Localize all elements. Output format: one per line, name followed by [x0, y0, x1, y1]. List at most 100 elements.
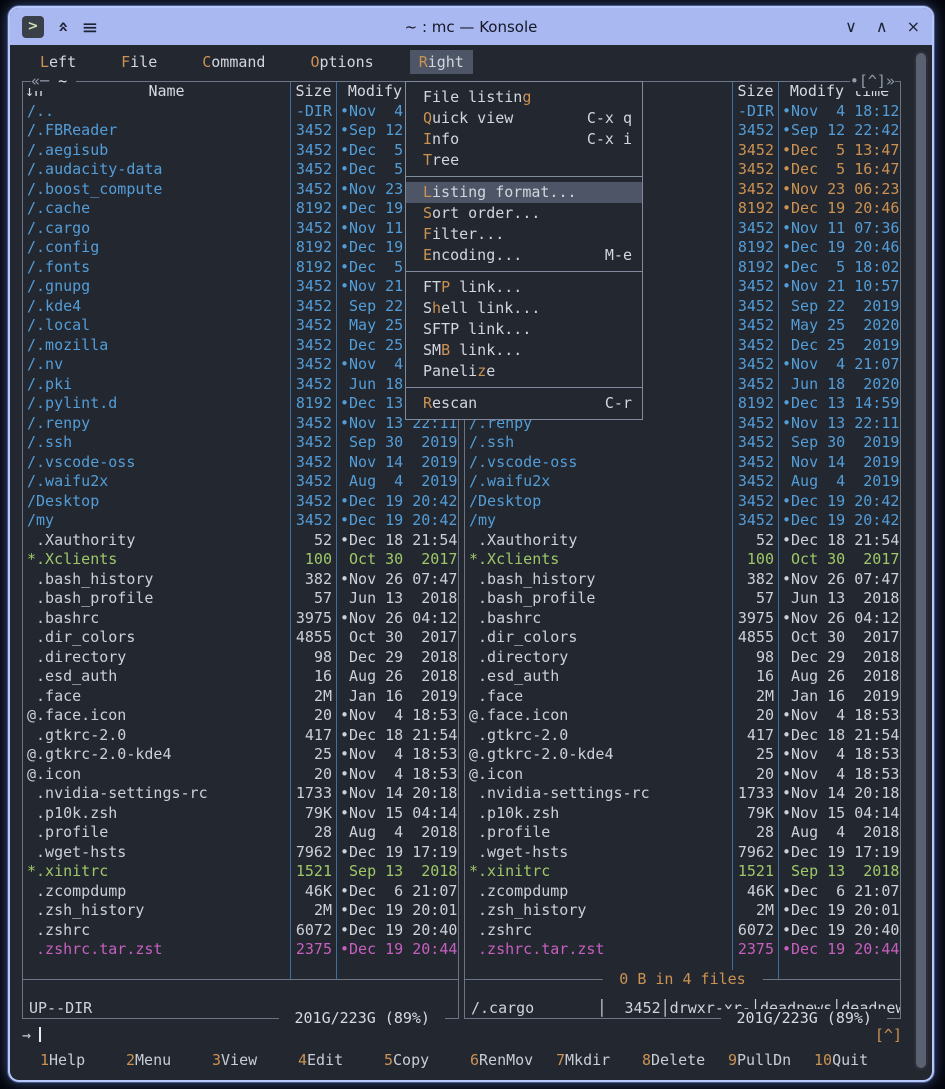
file-row[interactable]: /.config8192•Dec 19 20:46 — [23, 238, 458, 258]
file-row[interactable]: .wget-hsts7962•Dec 19 17:19 — [23, 843, 458, 863]
file-row[interactable]: .Xauthority52•Dec 18 21:54 — [465, 531, 900, 551]
command-line[interactable]: → — [22, 1025, 41, 1045]
menu-right[interactable]: Right — [410, 50, 473, 74]
file-row[interactable]: @.icon20•Nov 4 18:53 — [23, 765, 458, 785]
dropdown-item-info[interactable]: InfoC-x i — [406, 129, 642, 150]
file-row[interactable]: .bashrc3975•Nov 26 04:12 — [465, 609, 900, 629]
file-row[interactable]: /.waifu2x3452 Aug 4 2019 — [23, 472, 458, 492]
file-row[interactable]: /.local3452 May 25 2020 — [23, 316, 458, 336]
file-row[interactable]: .zshrc6072•Dec 19 20:40 — [465, 921, 900, 941]
dropdown-item-tree[interactable]: Tree — [406, 150, 642, 171]
dropdown-item-smb-link[interactable]: SMB link... — [406, 340, 642, 361]
fkey-renmov[interactable]: 6RenMov — [470, 1049, 556, 1071]
menu-left[interactable]: Left — [31, 50, 85, 74]
file-row[interactable]: .wget-hsts7962•Dec 19 17:19 — [465, 843, 900, 863]
column-header-name[interactable]: Name — [43, 82, 290, 102]
fkey-view[interactable]: 3View — [212, 1049, 298, 1071]
minimize-button[interactable]: ∨ — [845, 19, 857, 35]
file-row[interactable]: .zsh_history2M•Dec 19 20:01 — [23, 901, 458, 921]
file-row[interactable]: /.mozilla3452 Dec 25 2019 — [23, 336, 458, 356]
file-row[interactable]: /.gnupg3452•Nov 21 10:57 — [23, 277, 458, 297]
file-row[interactable]: .profile28 Aug 4 2018 — [23, 823, 458, 843]
file-row[interactable]: .dir_colors4855 Oct 30 2017 — [465, 628, 900, 648]
file-row[interactable]: .p10k.zsh79K•Nov 15 04:14 — [465, 804, 900, 824]
keep-above-icon[interactable]: « — [57, 18, 69, 36]
dropdown-item-listing-format[interactable]: Listing format... — [406, 182, 642, 203]
fkey-menu[interactable]: 2Menu — [126, 1049, 212, 1071]
dropdown-item-rescan[interactable]: RescanC-r — [406, 393, 642, 414]
dropdown-item-quick-view[interactable]: Quick viewC-x q — [406, 108, 642, 129]
panel-collapse-icon[interactable]: «─ — [31, 72, 49, 90]
file-row[interactable]: .directory98 Dec 29 2018 — [465, 648, 900, 668]
pulldown-hint[interactable]: [^] — [875, 1025, 902, 1045]
file-row[interactable]: /.pki3452 Jun 18 2020 — [23, 375, 458, 395]
file-row[interactable]: .nvidia-settings-rc1733•Nov 14 20:18 — [465, 784, 900, 804]
menu-file[interactable]: File — [112, 50, 166, 74]
dropdown-item-sort-order[interactable]: Sort order... — [406, 203, 642, 224]
file-row[interactable]: .bash_history382•Nov 26 07:47 — [23, 570, 458, 590]
dropdown-item-ftp-link[interactable]: FTP link... — [406, 277, 642, 298]
hamburger-menu-icon[interactable]: ≡ — [82, 17, 99, 37]
maximize-button[interactable]: ∧ — [876, 19, 888, 35]
file-row[interactable]: @.face.icon20•Nov 4 18:53 — [465, 706, 900, 726]
file-row[interactable]: /my3452•Dec 19 20:42 — [465, 511, 900, 531]
file-row[interactable]: .profile28 Aug 4 2018 — [465, 823, 900, 843]
file-row[interactable]: .zshrc6072•Dec 19 20:40 — [23, 921, 458, 941]
close-button[interactable]: × — [907, 19, 920, 35]
file-row[interactable]: .gtkrc-2.0417•Dec 18 21:54 — [465, 726, 900, 746]
fkey-mkdir[interactable]: 7Mkdir — [556, 1049, 642, 1071]
file-row[interactable]: .bash_profile57 Jun 13 2018 — [465, 589, 900, 609]
file-row[interactable]: *.xinitrc1521 Sep 13 2018 — [465, 862, 900, 882]
file-row[interactable]: @.face.icon20•Nov 4 18:53 — [23, 706, 458, 726]
file-row[interactable]: .p10k.zsh79K•Nov 15 04:14 — [23, 804, 458, 824]
file-row[interactable]: .directory98 Dec 29 2018 — [23, 648, 458, 668]
titlebar[interactable]: > « ≡ ~ : mc — Konsole ∨ ∧ × — [10, 8, 932, 45]
file-row[interactable]: /.ssh3452 Sep 30 2019 — [465, 433, 900, 453]
file-row[interactable]: /.kde43452 Sep 22 2019 — [23, 297, 458, 317]
file-row[interactable]: .face2M Jan 16 2019 — [23, 687, 458, 707]
file-row[interactable]: .bash_profile57 Jun 13 2018 — [23, 589, 458, 609]
dropdown-item-filter[interactable]: Filter... — [406, 224, 642, 245]
fkey-copy[interactable]: 5Copy — [384, 1049, 470, 1071]
column-header-size[interactable]: Size — [290, 82, 336, 102]
fkey-delete[interactable]: 8Delete — [642, 1049, 728, 1071]
file-row[interactable]: .nvidia-settings-rc1733•Nov 14 20:18 — [23, 784, 458, 804]
file-row[interactable]: /.waifu2x3452 Aug 4 2019 — [465, 472, 900, 492]
file-row[interactable]: @.gtkrc-2.0-kde425•Nov 4 18:53 — [465, 745, 900, 765]
file-row[interactable]: /Desktop3452•Dec 19 20:42 — [465, 492, 900, 512]
dropdown-item-shell-link[interactable]: Shell link... — [406, 298, 642, 319]
menu-command[interactable]: Command — [193, 50, 274, 74]
file-row[interactable]: *.xinitrc1521 Sep 13 2018 — [23, 862, 458, 882]
file-row[interactable]: /.vscode-oss3452 Nov 14 2019 — [465, 453, 900, 473]
file-row[interactable]: .bash_history382•Nov 26 07:47 — [465, 570, 900, 590]
file-row[interactable]: .esd_auth16 Aug 26 2018 — [465, 667, 900, 687]
file-row[interactable]: *.Xclients100 Oct 30 2017 — [23, 550, 458, 570]
file-row[interactable]: .face2M Jan 16 2019 — [465, 687, 900, 707]
file-row[interactable]: .zcompdump46K•Dec 6 21:07 — [23, 882, 458, 902]
file-row[interactable]: .bashrc3975•Nov 26 04:12 — [23, 609, 458, 629]
fkey-help[interactable]: 1Help — [40, 1049, 126, 1071]
file-row[interactable]: /.fonts8192•Dec 5 18:02 — [23, 258, 458, 278]
file-row[interactable]: .esd_auth16 Aug 26 2018 — [23, 667, 458, 687]
file-row[interactable]: .Xauthority52•Dec 18 21:54 — [23, 531, 458, 551]
file-row[interactable]: .zshrc.tar.zst2375•Dec 19 20:44 — [23, 940, 458, 960]
scrollbar-thumb[interactable] — [916, 53, 926, 1068]
file-row[interactable]: /.FBReader3452•Sep 12 22:42 — [23, 121, 458, 141]
file-row[interactable]: @.gtkrc-2.0-kde425•Nov 4 18:53 — [23, 745, 458, 765]
dropdown-item-file-listing[interactable]: File listing — [406, 87, 642, 108]
file-row[interactable]: *.Xclients100 Oct 30 2017 — [465, 550, 900, 570]
file-row[interactable]: /.aegisub3452•Dec 5 13:47 — [23, 141, 458, 161]
file-row[interactable]: /.ssh3452 Sep 30 2019 — [23, 433, 458, 453]
file-row[interactable]: /my3452•Dec 19 20:42 — [23, 511, 458, 531]
file-row[interactable]: /.audacity-data3452•Dec 5 16:47 — [23, 160, 458, 180]
column-header-size[interactable]: Size — [732, 82, 778, 102]
dropdown-item-sftp-link[interactable]: SFTP link... — [406, 319, 642, 340]
file-row[interactable]: .gtkrc-2.0417•Dec 18 21:54 — [23, 726, 458, 746]
file-row[interactable]: @.icon20•Nov 4 18:53 — [465, 765, 900, 785]
file-row[interactable]: /..-DIR•Nov 4 18:12 — [23, 102, 458, 122]
file-row[interactable]: /.nv3452•Nov 4 21:07 — [23, 355, 458, 375]
file-row[interactable]: /Desktop3452•Dec 19 20:42 — [23, 492, 458, 512]
fkey-quit[interactable]: 10Quit — [814, 1049, 900, 1071]
file-row[interactable]: /.renpy3452•Nov 13 22:11 — [23, 414, 458, 434]
fkey-pulldn[interactable]: 9PullDn — [728, 1049, 814, 1071]
